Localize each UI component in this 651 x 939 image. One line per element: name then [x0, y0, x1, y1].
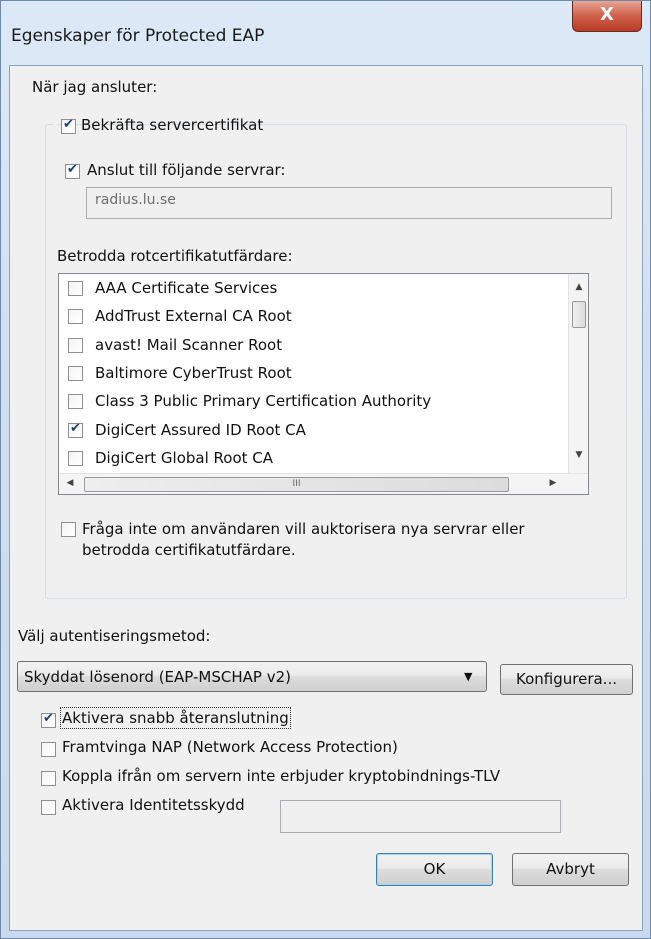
ca-list-item[interactable]: avast! Mail Scanner Root [59, 332, 379, 360]
auth-option-label: Framtvinga NAP (Network Access Protectio… [62, 738, 398, 756]
trusted-ca-list[interactable]: AAA Certificate Services AddTrust Externa… [58, 273, 589, 495]
servers-value: radius.lu.se [95, 192, 176, 208]
ca-checkbox[interactable] [68, 365, 83, 381]
verify-cert-checkbox[interactable] [61, 117, 76, 134]
configure-label: Konfigurera... [516, 670, 617, 688]
dont-prompt-label: Fråga inte om användaren vill auktoriser… [82, 519, 525, 561]
servers-input[interactable]: radius.lu.se [86, 187, 612, 219]
ca-list-item[interactable]: AddTrust External CA Root [59, 303, 379, 331]
hscroll-thumb[interactable]: III [84, 477, 509, 492]
auth-option-label: Koppla ifrån om servern inte erbjuder kr… [62, 767, 501, 785]
ca-label: Baltimore CyberTrust Root [95, 363, 292, 382]
ca-checkbox[interactable] [68, 309, 83, 325]
identity-input[interactable] [280, 800, 561, 833]
scroll-right-icon[interactable]: ▶ [546, 478, 560, 488]
ca-label: Class 3 Public Primary Certification Aut… [95, 392, 432, 411]
ca-label: DigiCert Assured ID Root CA [95, 420, 306, 439]
window-title: Egenskaper för Protected EAP [11, 26, 265, 46]
scroll-thumb[interactable] [572, 301, 586, 328]
grip-icon: III [292, 479, 301, 489]
ca-checkbox[interactable] [68, 337, 83, 353]
ca-checkbox[interactable] [68, 421, 83, 438]
verify-cert-option[interactable]: Bekräfta servercertifikat [53, 113, 263, 135]
vertical-scrollbar[interactable]: ▲ ▼ [568, 274, 588, 473]
close-icon: X [600, 4, 614, 25]
ca-list-item[interactable]: DigiCert Global Root CA [59, 445, 379, 473]
connect-heading: När jag ansluter: [32, 78, 158, 96]
connect-servers-checkbox[interactable] [65, 162, 80, 179]
ca-checkbox[interactable] [68, 394, 83, 410]
verify-cert-label: Bekräfta servercertifikat [81, 116, 264, 134]
ca-label: AddTrust External CA Root [95, 307, 292, 326]
ca-list-item[interactable]: AAA Certificate Services [59, 275, 379, 303]
auth-heading: Välj autentiseringsmetod: [18, 627, 211, 645]
close-button[interactable]: X [572, 1, 642, 32]
horizontal-scrollbar[interactable]: ◀ III ▶ [59, 473, 588, 494]
dont-prompt-label-line1: Fråga inte om användaren vill auktoriser… [82, 520, 525, 538]
auth-option-checkbox[interactable] [41, 742, 56, 757]
connect-servers-label: Anslut till följande servrar: [87, 161, 286, 179]
title-bar[interactable]: Egenskaper för Protected EAP X [1, 1, 651, 65]
cancel-button[interactable]: Avbryt [512, 853, 629, 886]
ok-button[interactable]: OK [376, 853, 493, 886]
scroll-up-icon[interactable]: ▲ [569, 282, 588, 292]
dont-prompt-label-line2: betrodda certifikatutfärdare. [82, 541, 296, 559]
configure-button[interactable]: Konfigurera... [500, 664, 633, 695]
auth-option-label: Aktivera snabb återanslutning [60, 707, 291, 729]
scroll-left-icon[interactable]: ◀ [63, 478, 77, 488]
dont-prompt-checkbox[interactable] [61, 522, 76, 537]
dialog-body: När jag ansluter: Bekräfta servercertifi… [9, 65, 643, 931]
ok-label: OK [423, 860, 446, 878]
ca-label: DigiCert Global Root CA [95, 448, 274, 467]
chevron-down-icon: ▼ [464, 670, 473, 683]
auth-option-label: Aktivera Identitetsskydd [62, 796, 245, 814]
cancel-label: Avbryt [546, 860, 595, 878]
ca-checkbox[interactable] [68, 450, 83, 466]
ca-list-item[interactable]: DigiCert Assured ID Root CA [59, 417, 379, 445]
ca-checkbox[interactable] [68, 281, 83, 296]
dialog-window: Egenskaper för Protected EAP X När jag a… [0, 0, 651, 939]
auth-method-value: Skyddat lösenord (EAP-MSCHAP v2) [24, 668, 291, 686]
ca-list-item[interactable]: Baltimore CyberTrust Root [59, 360, 379, 388]
auth-option-checkbox[interactable] [41, 711, 56, 728]
auth-option-checkbox[interactable] [41, 771, 56, 786]
trusted-ca-heading: Betrodda rotcertifikatutfärdare: [57, 247, 293, 265]
scroll-down-icon[interactable]: ▼ [569, 450, 588, 460]
ca-label: avast! Mail Scanner Root [95, 335, 283, 354]
ca-label: AAA Certificate Services [95, 279, 278, 297]
ca-list-item[interactable]: Class 3 Public Primary Certification Aut… [59, 388, 431, 416]
auth-method-select[interactable]: Skyddat lösenord (EAP-MSCHAP v2) ▼ [17, 661, 487, 692]
auth-option-checkbox[interactable] [41, 800, 56, 815]
